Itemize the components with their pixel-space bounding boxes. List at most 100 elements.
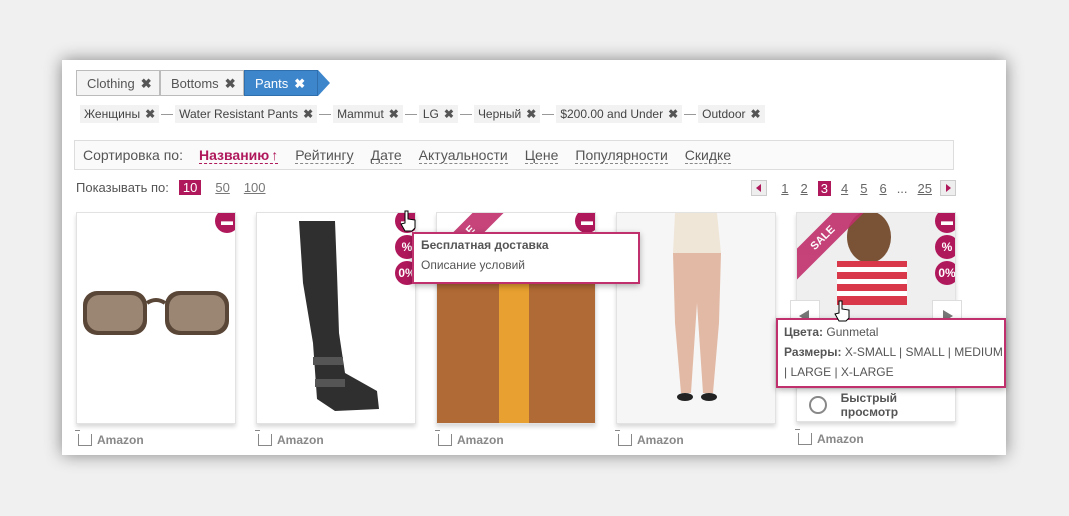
page-link[interactable]: 5 — [860, 181, 867, 196]
filter-chip[interactable]: Mammut ✖ — [333, 105, 403, 123]
sort-option-name[interactable]: Названию ↑ — [198, 146, 279, 164]
sale-ribbon: SALE — [797, 213, 867, 283]
close-icon[interactable]: ✖ — [225, 71, 236, 97]
truck-icon[interactable]: ▬ — [575, 213, 595, 233]
tooltip-desc: Описание условий — [421, 258, 526, 272]
delivery-tooltip: Бесплатная доставка Описание условий — [412, 232, 640, 284]
shop-label: Amazon — [637, 433, 684, 447]
product-info-tooltip: Цвета: Gunmetal Размеры: X-SMALL | SMALL… — [776, 318, 1006, 388]
filter-chip[interactable]: Черный ✖ — [473, 105, 541, 123]
sizes-value-cont: | LARGE | X-LARGE — [784, 365, 894, 379]
cart-icon — [435, 430, 452, 446]
filter-chip[interactable]: $200.00 and Under ✖ — [556, 105, 683, 123]
divider — [542, 113, 555, 115]
sort-option-discount[interactable]: Скидке — [684, 147, 732, 164]
page-link-last[interactable]: 25 — [918, 181, 932, 196]
truck-icon[interactable]: ▬ — [935, 213, 955, 233]
breadcrumb-clothing[interactable]: Clothing ✖ — [76, 70, 160, 96]
page-link[interactable]: 1 — [781, 181, 788, 196]
per-page-100[interactable]: 100 — [244, 180, 266, 195]
page-link-current[interactable]: 3 — [817, 180, 831, 196]
arrow-left-icon — [756, 184, 762, 192]
per-page-label: Показывать по: — [76, 180, 169, 195]
close-icon[interactable]: ✖ — [294, 71, 305, 97]
cart-icon — [255, 430, 272, 446]
filter-label: LG — [422, 107, 439, 121]
shop-link[interactable]: Amazon — [255, 430, 324, 447]
filter-chip[interactable]: Water Resistant Pants ✖ — [175, 105, 318, 123]
percent-icon[interactable]: % — [935, 235, 955, 259]
pagination: 1 2 3 4 5 6 ... 25 — [751, 180, 956, 196]
breadcrumb-bottoms[interactable]: Bottoms ✖ — [160, 70, 244, 96]
breadcrumb-pants[interactable]: Pants ✖ — [244, 70, 318, 96]
sale-label: SALE — [797, 213, 867, 282]
divider — [319, 113, 332, 115]
sort-option-date[interactable]: Дате — [370, 147, 402, 164]
cart-icon — [615, 430, 632, 446]
colors-label: Цвета: — [784, 325, 824, 339]
arrow-up-icon: ↑ — [271, 146, 279, 163]
breadcrumb-label: Bottoms — [171, 76, 219, 91]
shop-link[interactable]: Amazon — [75, 430, 144, 447]
quick-view-button[interactable]: Быстрый просмотр — [797, 389, 955, 421]
page-ellipsis: ... — [896, 180, 908, 196]
filter-label: Outdoor — [702, 107, 746, 121]
filter-label: Черный — [477, 107, 522, 121]
page-link[interactable]: 6 — [879, 181, 886, 196]
prev-page-button[interactable] — [751, 180, 768, 196]
boot-image — [299, 221, 379, 411]
tooltip-title: Бесплатная доставка — [421, 238, 549, 252]
breadcrumb-label: Clothing — [87, 76, 135, 91]
product-card[interactable]: ▬ % 0% — [256, 212, 416, 424]
zero-percent-icon[interactable]: 0% — [935, 261, 955, 285]
close-icon[interactable]: ✖ — [750, 107, 760, 121]
close-icon[interactable]: ✖ — [444, 107, 454, 121]
close-icon[interactable]: ✖ — [668, 107, 678, 121]
sort-option-rating[interactable]: Рейтингу — [295, 147, 354, 164]
shop-link[interactable]: Amazon — [615, 430, 684, 447]
shop-label: Amazon — [457, 433, 504, 447]
page-link[interactable]: 2 — [801, 181, 808, 196]
product-card[interactable] — [616, 212, 776, 424]
catalog-panel: Clothing ✖ Bottoms ✖ Pants ✖ Женщины ✖ Water… — [62, 60, 1006, 455]
per-page-10[interactable]: 10 — [178, 180, 202, 195]
sort-bar: Сортировка по: Названию ↑ Рейтингу Дате А… — [74, 140, 954, 170]
filter-label: Mammut — [337, 107, 384, 121]
close-icon[interactable]: ✖ — [389, 107, 399, 121]
filter-chip[interactable]: LG ✖ — [418, 105, 458, 123]
shop-label: Amazon — [97, 433, 144, 447]
per-page-selector: Показывать по: 10 50 100 — [76, 180, 266, 195]
close-icon[interactable]: ✖ — [141, 71, 152, 97]
shop-link[interactable]: Amazon — [435, 430, 504, 447]
quick-view-label: Быстрый просмотр — [840, 391, 899, 419]
cart-icon — [795, 429, 812, 445]
close-icon[interactable]: ✖ — [303, 107, 313, 121]
sort-label: Сортировка по: — [83, 147, 183, 163]
per-page-50[interactable]: 50 — [215, 180, 229, 195]
filter-chip[interactable]: Женщины ✖ — [80, 105, 160, 123]
truck-icon[interactable]: ▬ — [215, 213, 235, 233]
colors-value: Gunmetal — [826, 325, 879, 339]
product-card[interactable]: ▬ — [76, 212, 236, 424]
divider — [161, 113, 174, 115]
next-page-button[interactable] — [940, 180, 956, 196]
sort-option-relevance[interactable]: Актуальности — [418, 147, 508, 164]
hand-cursor-icon — [834, 300, 850, 322]
filter-label: Женщины — [84, 107, 141, 121]
close-icon[interactable]: ✖ — [526, 107, 536, 121]
page-link[interactable]: 4 — [841, 181, 848, 196]
filter-label: Water Resistant Pants — [179, 107, 299, 121]
breadcrumb-label: Pants — [255, 76, 289, 91]
breadcrumb-arrow — [318, 70, 330, 96]
divider — [684, 113, 697, 115]
hand-cursor-icon — [400, 210, 416, 232]
close-icon[interactable]: ✖ — [145, 107, 155, 121]
sort-option-price[interactable]: Цене — [524, 147, 559, 164]
filter-chip[interactable]: Outdoor ✖ — [698, 105, 765, 123]
shop-label: Amazon — [277, 433, 324, 447]
shop-link[interactable]: Amazon — [795, 429, 864, 446]
sizes-value: X-SMALL | SMALL | MEDIUM — [844, 345, 1003, 359]
sort-option-popularity[interactable]: Популярности — [575, 147, 668, 164]
divider — [404, 113, 417, 115]
shop-label: Amazon — [817, 432, 864, 446]
